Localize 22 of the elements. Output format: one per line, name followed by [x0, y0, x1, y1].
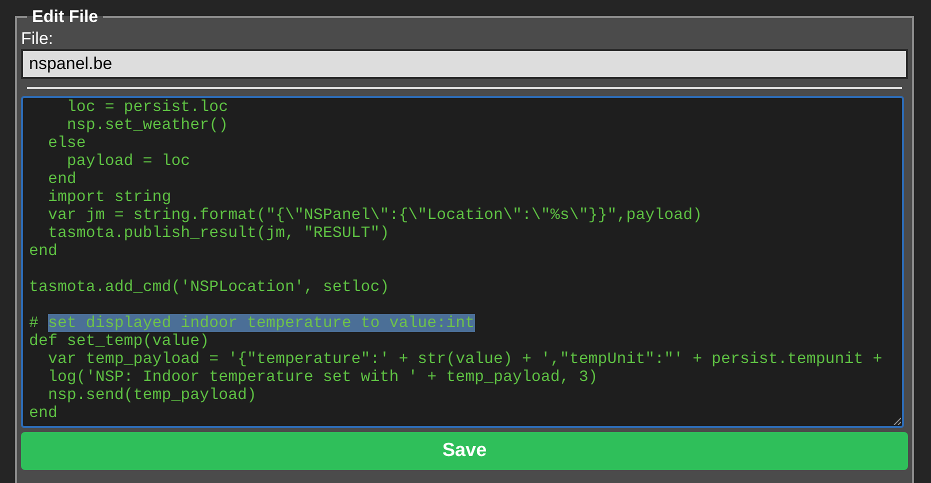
selected-text: set displayed indoor temperature to value:int [48, 314, 475, 332]
file-name-field[interactable]: nspanel.be [21, 49, 908, 79]
code-line: end [29, 404, 58, 422]
resize-grip-icon[interactable] [893, 417, 901, 425]
code-line: var temp_payload = '{"temperature":' + str(value) + ',"tempUnit":"' + persist.tempunit + [46, 350, 884, 368]
code-line: loc = persist.loc [66, 98, 230, 116]
code-line: tasmota.add_cmd('NSPLocation', setloc) [29, 278, 390, 296]
code-line: else [46, 134, 87, 152]
code-line: # set displayed indoor temperature to value:int [29, 314, 476, 332]
code-line: def set_temp(value) [29, 332, 210, 350]
code-line: log('NSP: Indoor temperature set with ' + temp_payload, 3) [46, 368, 599, 386]
code-line: end [29, 242, 58, 260]
panel-title: Edit File [31, 7, 100, 27]
code-line: payload = loc [66, 152, 192, 170]
code-line: import string [46, 188, 172, 206]
code-line: var jm = string.format("{\"NSPanel\":{\"Location\":\"%s\"}}",payload) [46, 206, 704, 224]
code-line: tasmota.publish_result(jm, "RESULT") [46, 224, 390, 242]
code-line: nsp.send(temp_payload) [46, 386, 258, 404]
code-editor[interactable] [21, 96, 904, 428]
code-line: nsp.set_weather() [66, 116, 230, 134]
file-label: File: [21, 29, 54, 49]
code-line: end [46, 170, 78, 188]
